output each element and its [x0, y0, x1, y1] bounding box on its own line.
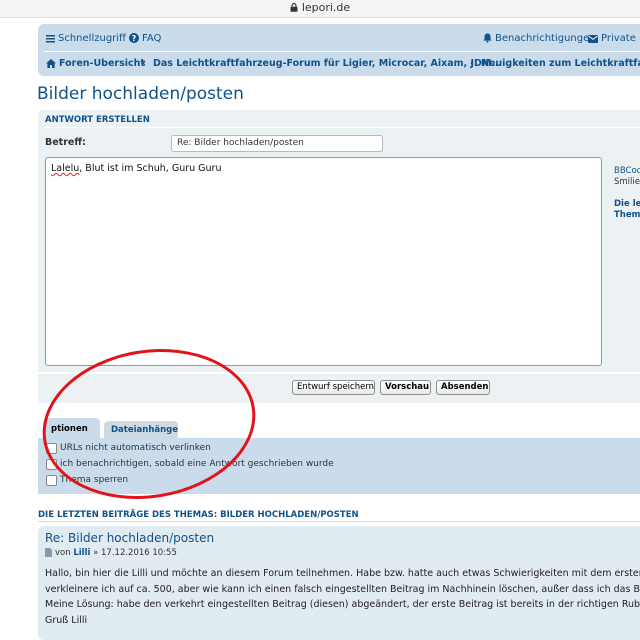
option-notify-label: ich benachrichtigen, sobald eine Antwort…: [60, 459, 334, 469]
quicklinks-menu[interactable]: Schnellzugriff: [46, 33, 126, 44]
envelope-icon: [588, 35, 598, 43]
navbar-divider: [44, 51, 640, 52]
option-lock-topic-label: Thema sperren: [60, 475, 129, 485]
misspelled-word: Lalelu: [51, 163, 80, 174]
post-body-line: Meine Lösung: habe den verkehrt eingeste…: [45, 599, 640, 610]
smilies-link[interactable]: Smilie: [614, 177, 640, 187]
notifications-label: Benachrichtigungen: [495, 33, 596, 44]
url-text: lepori.de: [301, 1, 351, 14]
lock-icon: [290, 3, 298, 12]
save-draft-button[interactable]: Entwurf speichern: [292, 380, 375, 395]
browser-address-bar[interactable]: lepori.de: [0, 0, 640, 18]
post-date: » 17.12.2016 10:55: [93, 548, 177, 558]
breadcrumb-separator: ‹: [470, 58, 474, 69]
subject-label: Betreff:: [45, 137, 86, 148]
breadcrumb-home-label: Foren-Übersicht: [59, 58, 145, 69]
reply-section-title: ANTWORT ERSTELLEN: [45, 115, 150, 125]
private-messages-label: Private Nac: [601, 33, 640, 44]
preview-button[interactable]: Vorschau: [380, 380, 431, 395]
checkbox-notify[interactable]: [46, 459, 57, 470]
tab-options[interactable]: ptionen: [44, 418, 100, 440]
forum-page: Schnellzugriff ? FAQ Benachrichtigungen P…: [30, 18, 640, 640]
message-text: , Blut ist im Schuh, Guru Guru: [79, 163, 222, 174]
sidebar-note-line2: Thema: [614, 210, 640, 220]
recent-post: Re: Bilder hochladen/posten von Lilli » …: [38, 526, 640, 640]
submit-button[interactable]: Absenden: [436, 380, 490, 395]
subject-input[interactable]: Re: Bilder hochladen/posten: [171, 135, 383, 152]
faq-label: FAQ: [142, 33, 162, 44]
post-body-line: verkleinere ich auf ca. 500, aber wie ka…: [45, 583, 640, 595]
post-meta: von Lilli » 17.12.2016 10:55: [45, 548, 177, 558]
quicklinks-label: Schnellzugriff: [58, 33, 126, 44]
breadcrumb-subforum[interactable]: Neuigkeiten zum Leichtkraftfahrzeu: [481, 58, 640, 69]
recent-posts-title: DIE LETZTEN BEITRÄGE DES THEMAS: BILDER …: [38, 510, 359, 520]
post-body-line: Gruß Lilli: [45, 614, 88, 626]
file-icon: [45, 548, 52, 557]
post-meta-prefix: von: [55, 548, 71, 558]
checkbox-lock-topic[interactable]: [46, 475, 57, 486]
reply-divider: [44, 127, 640, 128]
private-messages-link[interactable]: Private Nac: [588, 33, 640, 44]
message-textarea[interactable]: Lalelu, Blut ist im Schuh, Guru Guru: [45, 157, 602, 366]
submit-buttons-bar: Entwurf speichern Vorschau Absenden: [38, 374, 640, 403]
checkbox-disable-urls[interactable]: [46, 443, 57, 454]
post-author[interactable]: Lilli: [73, 548, 90, 558]
notifications-link[interactable]: Benachrichtigungen: [483, 33, 596, 44]
post-body-line: Hallo, bin hier die Lilli und möchte an …: [45, 568, 640, 579]
svg-text:?: ?: [132, 34, 137, 43]
bell-icon: [483, 33, 492, 43]
recent-posts-divider: [38, 521, 640, 522]
navbar: Schnellzugriff ? FAQ Benachrichtigungen P…: [38, 24, 640, 76]
format-sidebar: BBCod Smilie Die le Thema: [614, 166, 640, 221]
navbar-top-row: Schnellzugriff ? FAQ Benachrichtigungen P…: [46, 30, 640, 50]
option-disable-urls-label: URLs nicht automatisch verlinken: [60, 443, 211, 453]
question-circle-icon: ?: [129, 33, 139, 43]
options-panel: URLs nicht automatisch verlinken ich ben…: [38, 438, 640, 494]
breadcrumb: Foren-Übersicht ‹ Das Leichtkraftfahrzeu…: [46, 58, 640, 74]
sidebar-note-line1: Die le: [614, 199, 640, 209]
post-title[interactable]: Re: Bilder hochladen/posten: [45, 531, 214, 545]
post-body: Hallo, bin hier die Lilli und möchte an …: [45, 566, 640, 628]
page-title: Bilder hochladen/posten: [37, 84, 244, 104]
bbcode-link[interactable]: BBCod: [614, 166, 640, 176]
faq-link[interactable]: ? FAQ: [129, 33, 161, 44]
url-display[interactable]: lepori.de: [0, 1, 640, 14]
reply-panel: ANTWORT ERSTELLEN Betreff: Re: Bilder ho…: [38, 110, 640, 372]
breadcrumb-home[interactable]: Foren-Übersicht: [46, 58, 145, 69]
breadcrumb-forum[interactable]: Das Leichtkraftfahrzeug-Forum für Ligier…: [153, 58, 502, 69]
hamburger-icon: [46, 35, 55, 43]
home-icon: [46, 59, 56, 68]
breadcrumb-separator: ‹: [142, 58, 146, 69]
